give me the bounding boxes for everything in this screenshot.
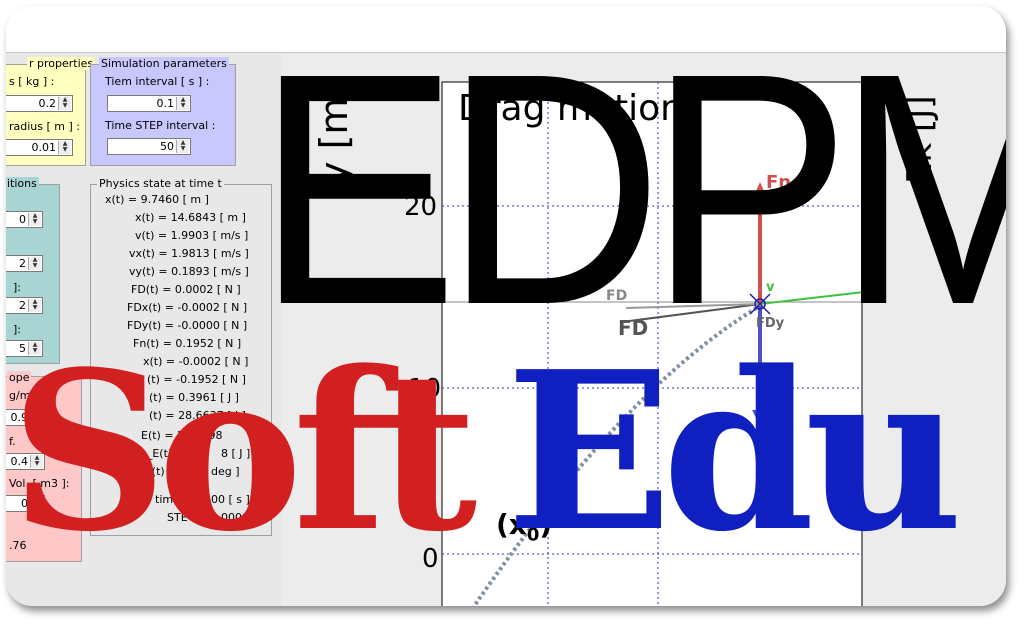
- state-line: v(t) = 1.9903 [ m/s ]: [135, 229, 249, 242]
- simulation-parameters-panel: Simulation parameters Tiem interval [ s …: [90, 57, 236, 166]
- v0-label: ]:: [13, 281, 21, 294]
- v0-spinner[interactable]: 2 ▲ ▼: [6, 297, 43, 314]
- v0-value: 2: [19, 299, 26, 312]
- time-interval-label: Tiem interval [ s ] :: [105, 75, 210, 88]
- time-interval-spinner[interactable]: 0.1 ▲ ▼: [107, 95, 191, 112]
- time-step-spinner[interactable]: 50 ▲ ▼: [107, 138, 191, 155]
- x0-value: 0: [19, 213, 26, 226]
- time-step-spin-arrows-icon[interactable]: ▲ ▼: [176, 140, 189, 153]
- y0-value: 2: [19, 257, 26, 270]
- v0-spin-arrows-icon[interactable]: ▲ ▼: [28, 299, 41, 312]
- time-step-label: Time STEP interval :: [105, 119, 216, 132]
- state-line: x(t) = 9.7460 [ m ]: [105, 193, 209, 206]
- screenshot-card: r properties s [ kg ] : 0.2 ▲ ▼ radius [ …: [6, 6, 1006, 606]
- radius-value: 0.01: [31, 141, 57, 154]
- mass-spin-arrows-icon[interactable]: ▲ ▼: [58, 97, 71, 110]
- time-step-value: 50: [160, 140, 174, 153]
- edpm-logo-text: EDPM: [256, 6, 1006, 373]
- simulation-parameters-title: Simulation parameters: [99, 57, 229, 70]
- state-line: x(t) = 14.6843 [ m ]: [135, 211, 246, 224]
- y0-spinner[interactable]: 2 ▲ ▼: [6, 255, 43, 272]
- state-line: vx(t) = 1.9813 [ m/s ]: [129, 247, 249, 260]
- time-interval-value: 0.1: [156, 97, 175, 110]
- state-line: FD(t) = 0.0002 [ N ]: [131, 283, 241, 296]
- y0-spin-arrows-icon[interactable]: ▲ ▼: [28, 257, 41, 270]
- initial-conditions-title: itions: [6, 177, 39, 190]
- radius-label: radius [ m ] :: [9, 120, 80, 133]
- radius-spinner[interactable]: 0.01 ▲ ▼: [6, 139, 73, 156]
- physics-state-title: Physics state at time t: [97, 177, 224, 190]
- body-properties-panel: r properties s [ kg ] : 0.2 ▲ ▼ radius [ …: [6, 57, 96, 166]
- mass-value: 0.2: [38, 97, 57, 110]
- x0-spinner[interactable]: 0 ▲ ▼: [6, 211, 43, 228]
- state-line: FDx(t) = -0.0002 [ N ]: [127, 301, 248, 314]
- radius-spin-arrows-icon[interactable]: ▲ ▼: [58, 141, 71, 154]
- mass-spinner[interactable]: 0.2 ▲ ▼: [6, 95, 73, 112]
- x0-spin-arrows-icon[interactable]: ▲ ▼: [28, 213, 41, 226]
- state-line: vy(t) = 0.1893 [ m/s ]: [129, 265, 249, 278]
- body-properties-title: r properties: [27, 57, 96, 70]
- edu-brand-text: Edu: [506, 324, 963, 580]
- soft-brand-text: Soft: [10, 324, 477, 580]
- mass-label: s [ kg ] :: [9, 75, 55, 88]
- time-interval-spin-arrows-icon[interactable]: ▲ ▼: [176, 97, 189, 110]
